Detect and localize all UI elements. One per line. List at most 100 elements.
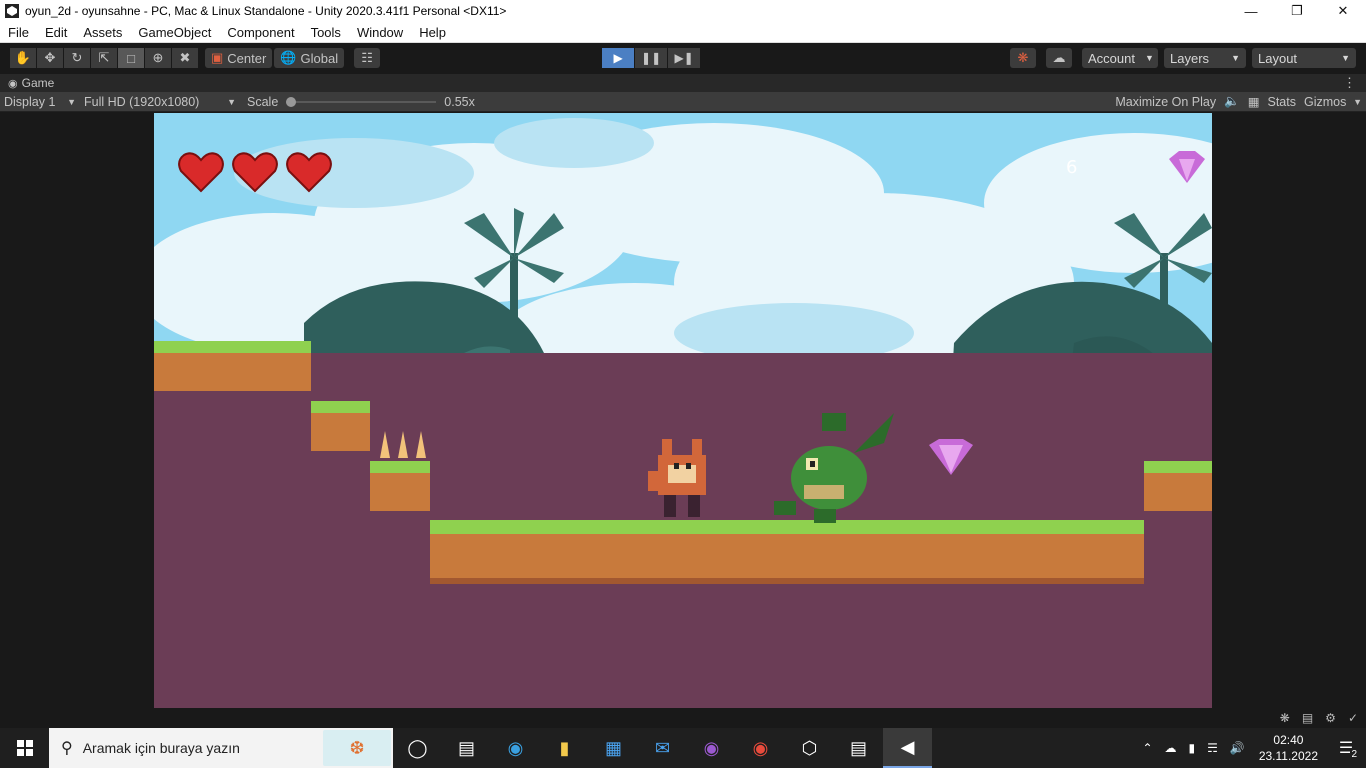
hud-hearts <box>178 151 332 193</box>
resolution-label: Full HD (1920x1080) <box>84 94 200 109</box>
layout-dropdown[interactable]: Layout ▼ <box>1252 48 1356 68</box>
photo-viewer-icon[interactable]: ▤ <box>834 728 883 768</box>
chevron-down-icon: ▼ <box>67 96 76 107</box>
move-tool-icon[interactable]: ✥ <box>37 48 63 68</box>
pivot-icon: ▣ <box>211 50 224 65</box>
right-cliff <box>1144 461 1212 708</box>
store-icon[interactable]: ▦ <box>589 728 638 768</box>
rect-tool-icon[interactable]: □ <box>118 48 144 68</box>
toolbar-right: ❋ ☁ Account ▼ Layers ▼ Layout ▼ <box>1010 48 1356 68</box>
layout-label: Layout <box>1258 50 1298 66</box>
tray-chevron-up-icon[interactable]: ⌃ <box>1142 741 1152 755</box>
display-label: Display 1 <box>4 94 56 109</box>
game-scene <box>154 113 1212 708</box>
gizmos-dropdown[interactable]: Gizmos ▼ <box>1300 92 1366 112</box>
tab-game[interactable]: ◉ Game <box>0 74 54 92</box>
collab-icon[interactable]: ❋ <box>1010 48 1036 68</box>
lighting-icon[interactable]: ❋ <box>1280 711 1290 725</box>
game-viewport[interactable]: 6 <box>0 112 1366 708</box>
scale-slider-thumb[interactable] <box>286 96 297 107</box>
github-desktop-icon[interactable]: ◉ <box>687 728 736 768</box>
menu-help[interactable]: Help <box>411 25 454 40</box>
main-toolbar: ✋ ✥ ↻ ⇱ □ ⊕ ✖ ▣ Center 🌐 Global ☷ ▶ ❚❚ ▶… <box>0 43 1366 73</box>
hand-tool-icon[interactable]: ✋ <box>10 48 36 68</box>
unity-editor-icon[interactable]: ◀ <box>883 728 932 768</box>
menu-bar: File Edit Assets GameObject Component To… <box>0 22 1366 43</box>
game-view-controls: Display 1 ▼ Full HD (1920x1080) ▼ Scale … <box>0 92 1366 112</box>
wifi-icon[interactable]: ☴ <box>1207 741 1218 755</box>
onedrive-icon[interactable]: ☁ <box>1165 741 1177 755</box>
transform-tool-icon[interactable]: ⊕ <box>145 48 171 68</box>
layers-dropdown[interactable]: Layers ▼ <box>1164 48 1246 68</box>
file-explorer-icon[interactable]: ▮ <box>540 728 589 768</box>
gem-icon <box>1169 151 1206 183</box>
menu-tools[interactable]: Tools <box>303 25 349 40</box>
debug-icon[interactable]: ⚙ <box>1325 711 1336 725</box>
scale-slider[interactable] <box>286 96 437 108</box>
step-button[interactable]: ▶❚ <box>668 48 701 68</box>
taskbar-search[interactable]: ⚲ Aramak için buraya yazın ❆ <box>49 728 393 768</box>
gem-count: 6 <box>1066 156 1078 178</box>
globe-icon: 🌐 <box>280 50 297 65</box>
windows-taskbar: ⚲ Aramak için buraya yazın ❆ ◯ ▤ ◉ ▮ ▦ ✉… <box>0 728 1366 768</box>
game-render[interactable]: 6 <box>154 113 1212 708</box>
scale-value: 0.55x <box>444 94 475 109</box>
close-button[interactable]: ✕ <box>1320 0 1366 22</box>
clock-date: 23.11.2022 <box>1258 749 1318 763</box>
main-ground <box>430 520 1144 708</box>
volume-icon[interactable]: 🔊 <box>1230 741 1245 755</box>
pivot-label: Center <box>227 50 267 66</box>
chevron-down-icon: ▼ <box>1144 53 1154 63</box>
display-dropdown[interactable]: Display 1 ▼ <box>0 92 80 112</box>
search-icon: ⚲ <box>61 740 73 757</box>
heart-icon <box>286 152 332 193</box>
battery-icon[interactable]: ▮ <box>1189 741 1196 755</box>
cortana-icon[interactable]: ◯ <box>393 728 442 768</box>
menu-component[interactable]: Component <box>219 25 302 40</box>
mute-audio-icon[interactable]: 🔈 <box>1220 92 1244 112</box>
cloud-icon[interactable]: ☁ <box>1046 48 1072 68</box>
check-icon[interactable]: ✓ <box>1348 711 1358 725</box>
windows-start-icon[interactable] <box>0 728 49 768</box>
mail-icon[interactable]: ✉ <box>638 728 687 768</box>
menu-assets[interactable]: Assets <box>75 25 130 40</box>
scale-tool-icon[interactable]: ⇱ <box>91 48 117 68</box>
menu-gameobject[interactable]: GameObject <box>130 25 219 40</box>
task-view-icon[interactable]: ▤ <box>442 728 491 768</box>
account-dropdown[interactable]: Account ▼ <box>1082 48 1158 68</box>
rotate-tool-icon[interactable]: ↻ <box>64 48 90 68</box>
system-tray: ⌃ ☁ ▮ ☴ 🔊 02:40 23.11.2022 ☰ 2 <box>1136 728 1366 768</box>
pivot-center-button[interactable]: ▣ Center <box>205 48 273 68</box>
chrome-icon[interactable]: ◉ <box>736 728 785 768</box>
menu-file[interactable]: File <box>0 25 37 40</box>
notification-count: 2 <box>1350 749 1358 760</box>
menu-edit[interactable]: Edit <box>37 25 75 40</box>
heart-icon <box>178 152 224 193</box>
maximize-on-play-toggle[interactable]: Maximize On Play <box>1111 92 1220 112</box>
resolution-dropdown[interactable]: Full HD (1920x1080) ▼ <box>80 92 240 112</box>
gamepad-icon: ◉ <box>8 77 18 90</box>
search-placeholder: Aramak için buraya yazın <box>82 740 240 756</box>
clock-time: 02:40 <box>1273 733 1304 747</box>
minimize-button[interactable]: — <box>1228 0 1274 22</box>
notification-center-icon[interactable]: ☰ 2 <box>1326 728 1366 768</box>
play-button[interactable]: ▶ <box>602 48 635 68</box>
menu-window[interactable]: Window <box>349 25 411 40</box>
grid-snap-icon[interactable]: ☷ <box>354 48 381 68</box>
custom-tool-icon[interactable]: ✖ <box>172 48 198 68</box>
pause-button[interactable]: ❚❚ <box>635 48 668 68</box>
heart-icon <box>232 152 278 193</box>
cache-icon[interactable]: ▤ <box>1302 711 1313 725</box>
edge-icon[interactable]: ◉ <box>491 728 540 768</box>
chevron-down-icon: ▼ <box>1353 96 1362 107</box>
kebab-menu-icon[interactable]: ⋮ <box>1343 75 1356 91</box>
clock[interactable]: 02:40 23.11.2022 <box>1251 732 1326 764</box>
title-bar: oyun_2d - oyunsahne - PC, Mac & Linux St… <box>0 0 1366 22</box>
gizmos-label: Gizmos <box>1304 94 1347 109</box>
stats-toggle[interactable]: Stats <box>1264 92 1301 112</box>
stats-grid-icon[interactable]: ▦ <box>1244 92 1264 112</box>
pivot-global-button[interactable]: 🌐 Global <box>274 48 345 68</box>
chevron-down-icon: ▼ <box>1341 53 1350 63</box>
maximize-button[interactable]: ❐ <box>1274 0 1320 22</box>
unity-hub-icon[interactable]: ⬡ <box>785 728 834 768</box>
